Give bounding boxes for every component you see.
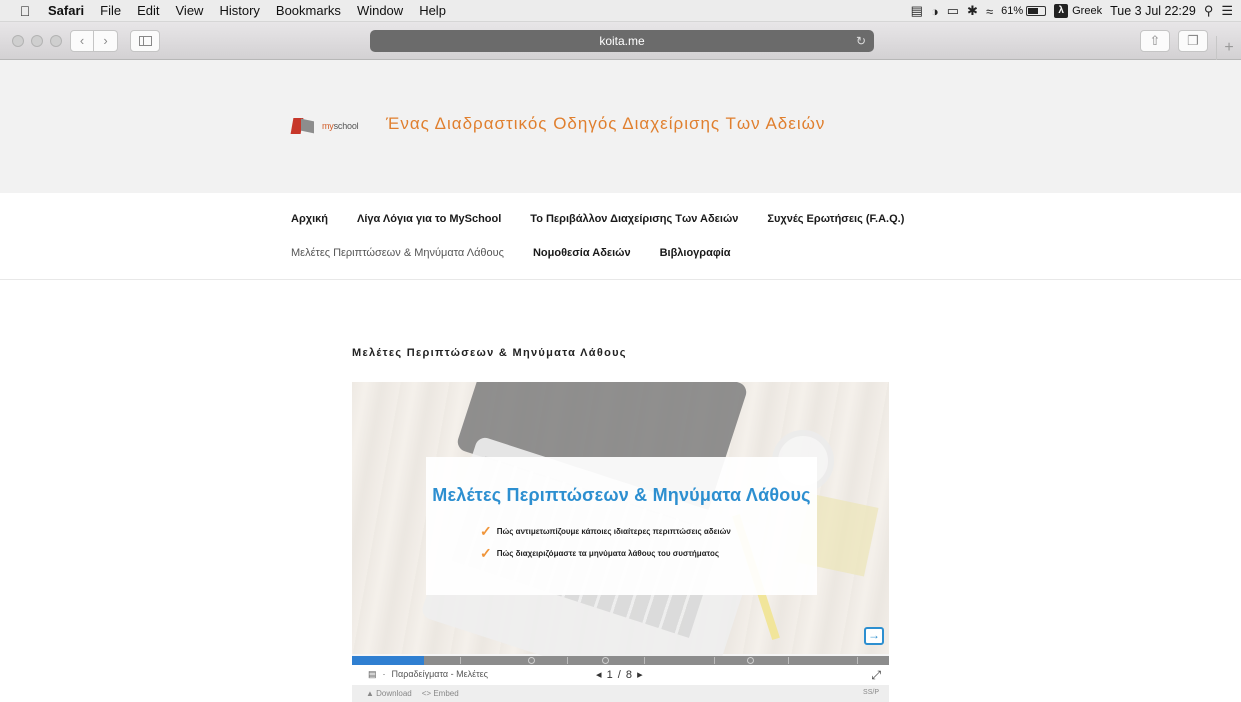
menu-app-name[interactable]: Safari <box>40 3 92 18</box>
notification-center-icon[interactable]: ☰ <box>1221 3 1233 19</box>
current-slide-number: 1 <box>606 669 614 681</box>
minimize-window-button[interactable] <box>31 35 43 47</box>
slideshare-brand-mark[interactable]: SS/P <box>863 689 879 696</box>
progress-marker[interactable] <box>747 657 754 664</box>
myschool-logo[interactable]: myschool <box>290 116 359 136</box>
slide-bullet: ✓ Πώς διαχειριζόμαστε τα μηνύματα λάθους… <box>480 545 719 562</box>
battery-icon <box>1026 6 1047 16</box>
embed-button[interactable]: <> Embed <box>422 689 459 698</box>
nav-leave-legislation[interactable]: Νομοθεσία Αδειών <box>533 247 631 259</box>
nav-case-studies[interactable]: Μελέτες Περιπτώσεων & Μηνύματα Λάθους <box>291 247 504 259</box>
next-slide-button[interactable]: ▸ <box>637 669 644 681</box>
checkmark-icon: ✓ <box>480 545 492 561</box>
slide-pager: ◂ 1 / 8 ▸ <box>596 669 644 681</box>
slide-bullet-text: Πώς διαχειριζόμαστε τα μηνύματα λάθους τ… <box>496 549 720 558</box>
prev-slide-button[interactable]: ◂ <box>596 669 603 681</box>
deck-icon: ▤ <box>368 669 377 679</box>
embed-icon: <> <box>421 689 432 698</box>
progress-marker[interactable] <box>602 657 609 664</box>
sidebar-toggle-button[interactable] <box>130 30 160 52</box>
menu-extras: ▤ ◑ ▭ ✱ ≈ 61% λ Greek Tue 3 Jul 22:29 ⚲ … <box>911 0 1233 22</box>
slideshow-controls: ▤ · Παραδείγματα - Μελέτες ◂ 1 / 8 ▸ ⤢ <box>352 665 889 685</box>
share-button[interactable]: ⇧ <box>1140 30 1170 52</box>
reload-icon[interactable]: ↻ <box>856 30 866 52</box>
history-nav: ‹ › <box>70 30 118 52</box>
spotlight-search-icon[interactable]: ⚲ <box>1204 3 1214 19</box>
apple-icon[interactable]:  <box>10 3 40 19</box>
plus-icon: + <box>1224 39 1234 56</box>
macos-menu-bar:  Safari File Edit View History Bookmark… <box>0 0 1241 22</box>
nav-home[interactable]: Αρχική <box>291 213 328 225</box>
nav-faq[interactable]: Συχνές Ερωτήσεις (F.A.Q.) <box>767 213 904 225</box>
myschool-logo-text: myschool <box>322 121 359 131</box>
battery-status[interactable]: 61% <box>1001 5 1047 17</box>
battery-percent: 61% <box>1001 5 1024 17</box>
menu-bookmarks[interactable]: Bookmarks <box>268 3 349 18</box>
airplay-icon[interactable]: ▭ <box>947 3 959 19</box>
show-tabs-button[interactable]: ❐ <box>1178 30 1208 52</box>
main-nav-row-1: Αρχική Λίγα Λόγια για το MySchool Το Περ… <box>291 213 904 225</box>
film-strip-icon[interactable]: ▤ <box>911 3 923 19</box>
input-source-label: Greek <box>1072 5 1103 17</box>
deck-title: Παραδείγματα - Μελέτες <box>391 669 489 679</box>
expand-icon[interactable]: ⤢ <box>871 668 881 683</box>
new-tab-button[interactable]: + <box>1216 36 1241 60</box>
address-bar[interactable]: koita.me ↻ <box>370 30 874 52</box>
cloud-app-icon[interactable]: ◑ <box>931 4 939 19</box>
window-controls <box>12 35 62 47</box>
menu-help[interactable]: Help <box>411 3 454 18</box>
sidebar-icon <box>138 36 152 46</box>
checkmark-icon: ✓ <box>480 523 492 539</box>
deck-info[interactable]: ▤ · Παραδείγματα - Μελέτες <box>368 669 488 680</box>
menu-history[interactable]: History <box>211 3 267 18</box>
clock[interactable]: Tue 3 Jul 22:29 <box>1110 4 1196 18</box>
url-text: koita.me <box>599 34 645 48</box>
chevron-right-icon: › <box>103 33 108 48</box>
chevron-left-icon: ‹ <box>79 33 85 48</box>
menu-file[interactable]: File <box>92 3 129 18</box>
back-button[interactable]: ‹ <box>70 30 94 52</box>
battery-fill <box>1028 8 1038 14</box>
myschool-logo-icon <box>290 116 316 136</box>
slide-progress-fill <box>352 656 425 665</box>
download-icon: ▲ <box>366 689 374 698</box>
fullscreen-enter-icon[interactable]: → <box>864 627 884 645</box>
site-title[interactable]: Ένας Διαδραστικός Οδηγός Διαχείρισης Των… <box>386 114 825 134</box>
main-nav-row-2: Μελέτες Περιπτώσεων & Μηνύματα Λάθους Νο… <box>291 247 731 259</box>
zoom-window-button[interactable] <box>50 35 62 47</box>
slide-progress-bar[interactable] <box>352 656 889 665</box>
download-button[interactable]: ▲ Download <box>366 689 412 698</box>
input-source-menu[interactable]: λ Greek <box>1054 4 1102 18</box>
site-header: myschool Ένας Διαδραστικός Οδηγός Διαχεί… <box>0 60 1241 193</box>
slide-bullet-text: Πώς αντιμετωπίζουμε κάποιες ιδιαίτερες π… <box>496 527 731 536</box>
embedded-slideshow[interactable]: Μελέτες Περιπτώσεων & Μηνύματα Λάθους ✓ … <box>352 382 889 702</box>
slide-bullet: ✓ Πώς αντιμετωπίζουμε κάποιες ιδιαίτερες… <box>480 523 731 540</box>
close-window-button[interactable] <box>12 35 24 47</box>
input-source-icon: λ <box>1054 4 1069 18</box>
share-icon: ⇧ <box>1149 33 1161 48</box>
bluetooth-icon[interactable]: ✱ <box>967 3 978 19</box>
slideshow-footer: ▲ Download <> Embed SS/P <box>352 685 889 702</box>
slide-title: Μελέτες Περιπτώσεων & Μηνύματα Λάθους <box>432 485 811 505</box>
slide-content-card: Μελέτες Περιπτώσεων & Μηνύματα Λάθους ✓ … <box>426 457 817 595</box>
slide-view[interactable]: Μελέτες Περιπτώσεων & Μηνύματα Λάθους ✓ … <box>352 382 889 702</box>
page-title: Μελέτες Περιπτώσεων & Μηνύματα Λάθους <box>352 347 627 359</box>
nav-bibliography[interactable]: Βιβλιογραφία <box>660 247 731 259</box>
wifi-icon[interactable]: ≈ <box>986 4 993 19</box>
nav-divider <box>0 279 1241 280</box>
total-slides: 8 <box>625 669 634 681</box>
nav-about-myschool[interactable]: Λίγα Λόγια για το MySchool <box>357 213 501 225</box>
forward-button[interactable]: › <box>94 30 118 52</box>
menu-window[interactable]: Window <box>349 3 411 18</box>
progress-marker[interactable] <box>528 657 535 664</box>
menu-edit[interactable]: Edit <box>129 3 167 18</box>
tabs-overview-icon: ❐ <box>1187 33 1199 48</box>
safari-toolbar: ‹ › koita.me ↻ ⇧ ❐ + <box>0 22 1241 60</box>
nav-leave-environment[interactable]: Το Περιβάλλον Διαχείρισης Των Αδειών <box>530 213 738 225</box>
menu-view[interactable]: View <box>168 3 212 18</box>
